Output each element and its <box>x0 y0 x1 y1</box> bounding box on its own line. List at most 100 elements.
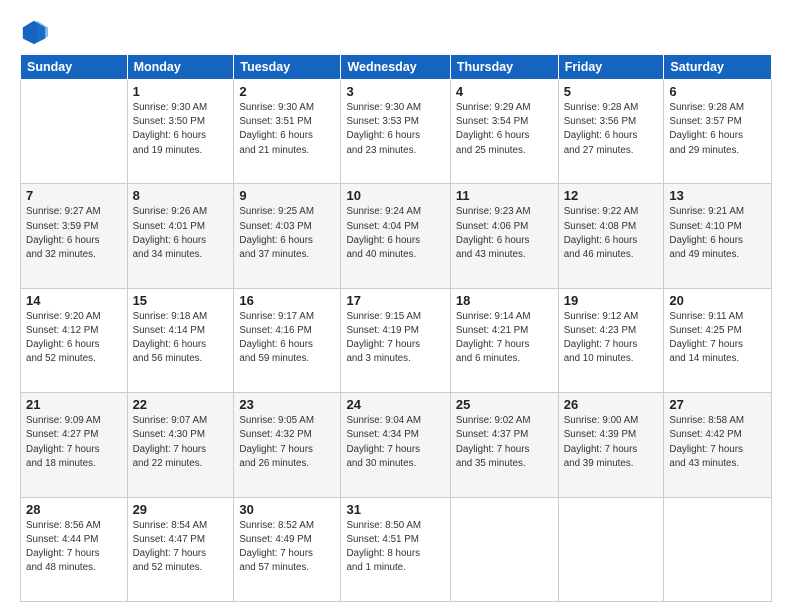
day-number: 9 <box>239 188 335 203</box>
calendar-cell: 12 Sunrise: 9:22 AMSunset: 4:08 PMDayligh… <box>558 184 664 288</box>
day-info: Sunrise: 9:05 AMSunset: 4:32 PMDaylight:… <box>239 414 335 471</box>
day-info: Sunrise: 8:54 AMSunset: 4:47 PMDaylight:… <box>133 519 229 576</box>
day-number: 22 <box>133 397 229 412</box>
day-number: 10 <box>346 188 444 203</box>
calendar-cell: 1 Sunrise: 9:30 AMSunset: 3:50 PMDaylight… <box>127 80 234 184</box>
day-number: 21 <box>26 397 122 412</box>
calendar-cell: 5 Sunrise: 9:28 AMSunset: 3:56 PMDaylight… <box>558 80 664 184</box>
calendar-cell: 8 Sunrise: 9:26 AMSunset: 4:01 PMDaylight… <box>127 184 234 288</box>
day-number: 31 <box>346 502 444 517</box>
day-info: Sunrise: 9:18 AMSunset: 4:14 PMDaylight:… <box>133 310 229 367</box>
day-info: Sunrise: 9:12 AMSunset: 4:23 PMDaylight:… <box>564 310 659 367</box>
calendar-cell: 15 Sunrise: 9:18 AMSunset: 4:14 PMDayligh… <box>127 288 234 392</box>
day-info: Sunrise: 9:28 AMSunset: 3:57 PMDaylight:… <box>669 101 766 158</box>
day-number: 14 <box>26 293 122 308</box>
day-info: Sunrise: 9:07 AMSunset: 4:30 PMDaylight:… <box>133 414 229 471</box>
calendar-cell: 9 Sunrise: 9:25 AMSunset: 4:03 PMDaylight… <box>234 184 341 288</box>
calendar-cell: 11 Sunrise: 9:23 AMSunset: 4:06 PMDayligh… <box>450 184 558 288</box>
calendar-week-2: 7 Sunrise: 9:27 AMSunset: 3:59 PMDaylight… <box>21 184 772 288</box>
calendar-header-sunday: Sunday <box>21 55 128 80</box>
day-number: 1 <box>133 84 229 99</box>
calendar-cell: 17Sunrise: 9:15 AMSunset: 4:19 PMDayligh… <box>341 288 450 392</box>
calendar-cell: 26 Sunrise: 9:00 AMSunset: 4:39 PMDayligh… <box>558 393 664 497</box>
day-info: Sunrise: 9:11 AMSunset: 4:25 PMDaylight:… <box>669 310 766 367</box>
day-number: 12 <box>564 188 659 203</box>
day-info: Sunrise: 8:56 AMSunset: 4:44 PMDaylight:… <box>26 519 122 576</box>
calendar-cell: 14Sunrise: 9:20 AMSunset: 4:12 PMDayligh… <box>21 288 128 392</box>
calendar-cell <box>558 497 664 601</box>
day-info: Sunrise: 9:25 AMSunset: 4:03 PMDaylight:… <box>239 205 335 262</box>
calendar-cell: 27 Sunrise: 8:58 AMSunset: 4:42 PMDayligh… <box>664 393 772 497</box>
calendar-cell: 21 Sunrise: 9:09 AMSunset: 4:27 PMDayligh… <box>21 393 128 497</box>
day-info: Sunrise: 8:50 AMSunset: 4:51 PMDaylight:… <box>346 519 444 576</box>
logo-icon <box>20 18 48 46</box>
day-info: Sunrise: 9:29 AMSunset: 3:54 PMDaylight:… <box>456 101 553 158</box>
day-info: Sunrise: 9:09 AMSunset: 4:27 PMDaylight:… <box>26 414 122 471</box>
calendar-cell <box>450 497 558 601</box>
day-info: Sunrise: 9:17 AMSunset: 4:16 PMDaylight:… <box>239 310 335 367</box>
day-info: Sunrise: 9:26 AMSunset: 4:01 PMDaylight:… <box>133 205 229 262</box>
day-number: 19 <box>564 293 659 308</box>
day-info: Sunrise: 9:00 AMSunset: 4:39 PMDaylight:… <box>564 414 659 471</box>
calendar-header-thursday: Thursday <box>450 55 558 80</box>
calendar-header-row: SundayMondayTuesdayWednesdayThursdayFrid… <box>21 55 772 80</box>
calendar-cell: 19 Sunrise: 9:12 AMSunset: 4:23 PMDayligh… <box>558 288 664 392</box>
calendar-week-5: 28 Sunrise: 8:56 AMSunset: 4:44 PMDayligh… <box>21 497 772 601</box>
day-info: Sunrise: 9:24 AMSunset: 4:04 PMDaylight:… <box>346 205 444 262</box>
day-number: 30 <box>239 502 335 517</box>
day-info: Sunrise: 8:52 AMSunset: 4:49 PMDaylight:… <box>239 519 335 576</box>
day-info: Sunrise: 9:30 AMSunset: 3:50 PMDaylight:… <box>133 101 229 158</box>
day-number: 15 <box>133 293 229 308</box>
calendar-header-monday: Monday <box>127 55 234 80</box>
calendar-cell: 22 Sunrise: 9:07 AMSunset: 4:30 PMDayligh… <box>127 393 234 497</box>
calendar-week-1: 1 Sunrise: 9:30 AMSunset: 3:50 PMDaylight… <box>21 80 772 184</box>
day-number: 18 <box>456 293 553 308</box>
calendar-cell: 28 Sunrise: 8:56 AMSunset: 4:44 PMDayligh… <box>21 497 128 601</box>
day-info: Sunrise: 9:23 AMSunset: 4:06 PMDaylight:… <box>456 205 553 262</box>
day-info: Sunrise: 9:30 AMSunset: 3:53 PMDaylight:… <box>346 101 444 158</box>
day-number: 5 <box>564 84 659 99</box>
calendar-week-3: 14Sunrise: 9:20 AMSunset: 4:12 PMDayligh… <box>21 288 772 392</box>
calendar-cell: 29 Sunrise: 8:54 AMSunset: 4:47 PMDayligh… <box>127 497 234 601</box>
day-info: Sunrise: 9:28 AMSunset: 3:56 PMDaylight:… <box>564 101 659 158</box>
day-info: Sunrise: 8:58 AMSunset: 4:42 PMDaylight:… <box>669 414 766 471</box>
day-number: 24 <box>346 397 444 412</box>
calendar-cell: 4Sunrise: 9:29 AMSunset: 3:54 PMDaylight… <box>450 80 558 184</box>
logo <box>20 18 52 46</box>
calendar-header-wednesday: Wednesday <box>341 55 450 80</box>
day-number: 8 <box>133 188 229 203</box>
calendar-cell: 10 Sunrise: 9:24 AMSunset: 4:04 PMDayligh… <box>341 184 450 288</box>
calendar-cell: 25Sunrise: 9:02 AMSunset: 4:37 PMDayligh… <box>450 393 558 497</box>
day-number: 20 <box>669 293 766 308</box>
calendar-cell: 13Sunrise: 9:21 AMSunset: 4:10 PMDayligh… <box>664 184 772 288</box>
calendar-cell: 16 Sunrise: 9:17 AMSunset: 4:16 PMDayligh… <box>234 288 341 392</box>
day-info: Sunrise: 9:22 AMSunset: 4:08 PMDaylight:… <box>564 205 659 262</box>
calendar-cell <box>21 80 128 184</box>
day-number: 6 <box>669 84 766 99</box>
header <box>20 18 772 46</box>
calendar-header-saturday: Saturday <box>664 55 772 80</box>
calendar-cell: 20 Sunrise: 9:11 AMSunset: 4:25 PMDayligh… <box>664 288 772 392</box>
page: SundayMondayTuesdayWednesdayThursdayFrid… <box>0 0 792 612</box>
calendar-cell: 2Sunrise: 9:30 AMSunset: 3:51 PMDaylight… <box>234 80 341 184</box>
day-number: 7 <box>26 188 122 203</box>
day-info: Sunrise: 9:14 AMSunset: 4:21 PMDaylight:… <box>456 310 553 367</box>
day-number: 17 <box>346 293 444 308</box>
calendar-cell <box>664 497 772 601</box>
calendar-table: SundayMondayTuesdayWednesdayThursdayFrid… <box>20 54 772 602</box>
day-number: 11 <box>456 188 553 203</box>
calendar-header-tuesday: Tuesday <box>234 55 341 80</box>
day-info: Sunrise: 9:27 AMSunset: 3:59 PMDaylight:… <box>26 205 122 262</box>
day-info: Sunrise: 9:30 AMSunset: 3:51 PMDaylight:… <box>239 101 335 158</box>
day-number: 28 <box>26 502 122 517</box>
calendar-week-4: 21 Sunrise: 9:09 AMSunset: 4:27 PMDayligh… <box>21 393 772 497</box>
calendar-cell: 30 Sunrise: 8:52 AMSunset: 4:49 PMDayligh… <box>234 497 341 601</box>
day-number: 26 <box>564 397 659 412</box>
calendar-cell: 7 Sunrise: 9:27 AMSunset: 3:59 PMDaylight… <box>21 184 128 288</box>
day-number: 29 <box>133 502 229 517</box>
day-number: 27 <box>669 397 766 412</box>
day-info: Sunrise: 9:02 AMSunset: 4:37 PMDaylight:… <box>456 414 553 471</box>
day-number: 16 <box>239 293 335 308</box>
calendar-cell: 18 Sunrise: 9:14 AMSunset: 4:21 PMDayligh… <box>450 288 558 392</box>
calendar-header-friday: Friday <box>558 55 664 80</box>
